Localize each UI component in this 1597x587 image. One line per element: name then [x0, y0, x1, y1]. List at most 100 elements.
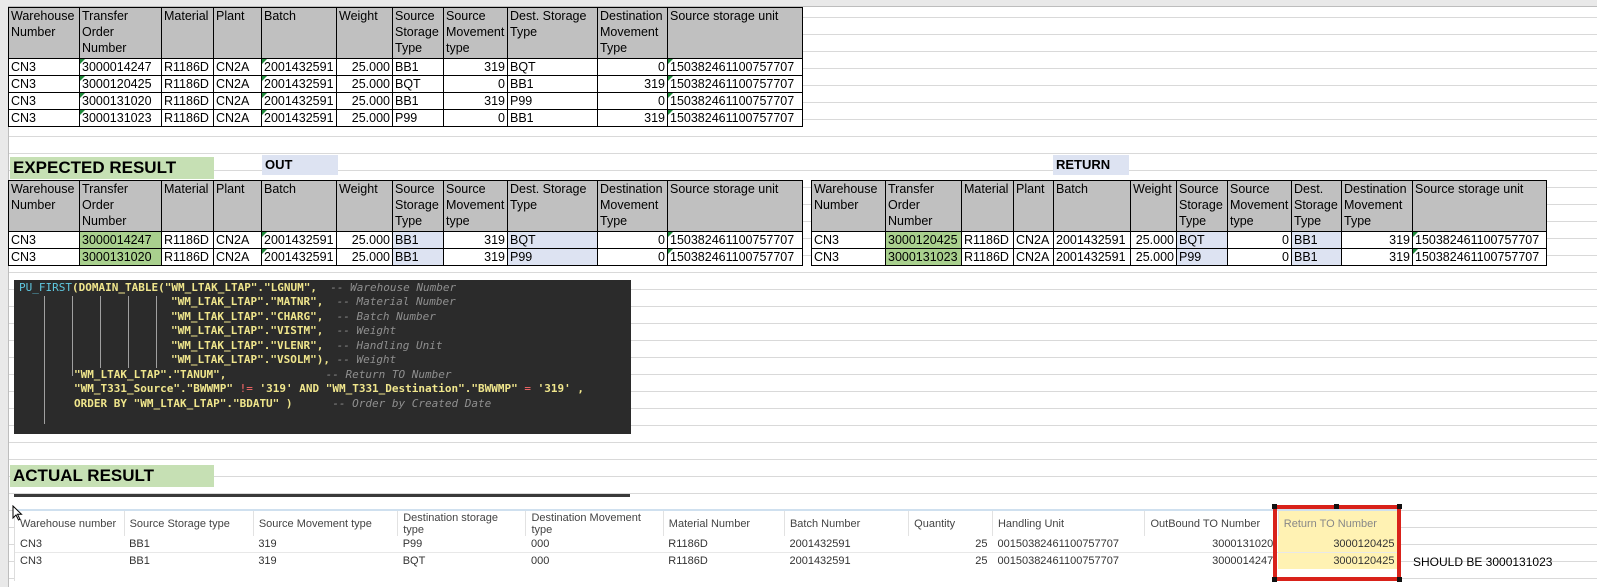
cell[interactable]: 3000014247 — [79, 58, 162, 76]
header-source-storage-unit[interactable]: Source storage unit — [667, 7, 803, 59]
actual-result-title[interactable]: ACTUAL RESULT — [10, 465, 214, 487]
cell[interactable]: 25.000 — [336, 75, 393, 93]
cell[interactable]: 25.000 — [1130, 231, 1177, 249]
resize-handle[interactable] — [1397, 577, 1402, 582]
cell[interactable]: CN2A — [213, 75, 262, 93]
cell[interactable]: 319 — [1341, 248, 1413, 266]
cell[interactable]: 2001432591 — [261, 248, 337, 266]
header-material[interactable]: Material — [961, 180, 1014, 232]
header-source-storage-type[interactable]: Source Storage type — [124, 511, 254, 536]
cell[interactable]: 319 — [1341, 231, 1413, 249]
header-destination-movement-type[interactable]: Destination Movement type — [525, 511, 664, 536]
header-warehouse-number[interactable]: Warehouse Number — [8, 7, 80, 59]
header-batch[interactable]: Batch — [261, 7, 337, 59]
resize-handle[interactable] — [1334, 504, 1339, 509]
cell[interactable]: CN3 — [8, 92, 80, 110]
cell[interactable]: CN2A — [213, 109, 262, 127]
header-transfer-order-number[interactable]: Transfer Order Number — [885, 180, 962, 232]
cell[interactable]: 2001432591 — [1053, 248, 1131, 266]
cell[interactable]: 3000131023 — [885, 248, 962, 266]
cell[interactable]: 3000120425 — [885, 231, 962, 249]
cell[interactable]: 25.000 — [336, 109, 393, 127]
header-dest-storage-type[interactable]: Dest. Storage Type — [507, 180, 598, 232]
cell[interactable]: CN2A — [1013, 248, 1054, 266]
header-destination-movement-type[interactable]: Destination Movement Type — [597, 7, 668, 59]
cell[interactable]: 150382461100757707 — [667, 248, 803, 266]
cell[interactable]: BB1 — [392, 58, 444, 76]
cell[interactable]: 319 — [443, 231, 508, 249]
cell[interactable]: CN3 — [811, 248, 886, 266]
cell[interactable]: 2001432591 — [1053, 231, 1131, 249]
cell[interactable]: 0 — [443, 109, 508, 127]
header-material[interactable]: Material — [161, 180, 214, 232]
header-source-movement-type[interactable]: Source Movement type — [443, 7, 508, 59]
cell[interactable]: CN2A — [213, 248, 262, 266]
cell[interactable]: 319 — [443, 58, 508, 76]
cell[interactable]: P99 — [1176, 248, 1228, 266]
cell[interactable]: 3000014247 — [79, 231, 162, 249]
header-weight[interactable]: Weight — [1130, 180, 1177, 232]
cell[interactable]: 25.000 — [336, 248, 393, 266]
cell[interactable]: 0 — [1227, 231, 1292, 249]
cell[interactable]: 3000131020 — [79, 248, 162, 266]
cell[interactable]: R1186D — [161, 109, 214, 127]
table-row[interactable]: CN3 BB1 319 BQT 000 R1186D 2001432591 25… — [15, 552, 1400, 569]
header-source-storage-unit[interactable]: Source storage unit — [667, 180, 803, 232]
cell[interactable]: 150382461100757707 — [1412, 231, 1547, 249]
cell[interactable]: BQT — [507, 231, 598, 249]
cell[interactable]: 150382461100757707 — [1412, 248, 1547, 266]
cell[interactable]: CN3 — [8, 248, 80, 266]
cell[interactable]: 25.000 — [336, 231, 393, 249]
header-source-storage-unit[interactable]: Source storage unit — [1412, 180, 1547, 232]
cell[interactable]: 0 — [597, 231, 668, 249]
cell[interactable]: CN3 — [8, 109, 80, 127]
cell[interactable]: 2001432591 — [261, 75, 337, 93]
cell[interactable]: R1186D — [161, 75, 214, 93]
cell[interactable]: 150382461100757707 — [667, 109, 803, 127]
resize-handle[interactable] — [1272, 504, 1277, 509]
header-destination-movement-type[interactable]: Destination Movement Type — [1341, 180, 1413, 232]
header-destination-storage-type[interactable]: Destination storage type — [397, 511, 527, 536]
header-warehouse-number[interactable]: Warehouse number — [15, 511, 125, 536]
header-plant[interactable]: Plant — [213, 180, 262, 232]
cell[interactable]: 319 — [443, 92, 508, 110]
cell[interactable]: 2001432591 — [261, 58, 337, 76]
header-batch-number[interactable]: Batch Number — [784, 511, 910, 536]
cell[interactable]: 319 — [443, 248, 508, 266]
cell[interactable]: 150382461100757707 — [667, 231, 803, 249]
cell[interactable]: CN3 — [8, 75, 80, 93]
cell[interactable]: BB1 — [392, 92, 444, 110]
header-warehouse-number[interactable]: Warehouse Number — [8, 180, 80, 232]
expected-return-table[interactable]: Warehouse Number Transfer Order Number M… — [811, 180, 1547, 266]
cell[interactable]: 150382461100757707 — [667, 58, 803, 76]
cell[interactable]: R1186D — [961, 248, 1014, 266]
cell[interactable]: 150382461100757707 — [667, 92, 803, 110]
header-plant[interactable]: Plant — [1013, 180, 1054, 232]
cell[interactable]: BB1 — [392, 248, 444, 266]
header-source-movement-type[interactable]: Source Movement type — [443, 180, 508, 232]
header-batch[interactable]: Batch — [261, 180, 337, 232]
header-source-movement-type[interactable]: Source Movement type — [253, 511, 399, 536]
header-source-storage-type[interactable]: Source Storage Type — [392, 7, 444, 59]
cell[interactable]: 25.000 — [336, 58, 393, 76]
cell[interactable]: BB1 — [392, 231, 444, 249]
header-weight[interactable]: Weight — [336, 7, 393, 59]
cell[interactable]: CN2A — [213, 231, 262, 249]
cell[interactable]: 2001432591 — [261, 109, 337, 127]
cell[interactable]: BQT — [1176, 231, 1228, 249]
cell[interactable]: R1186D — [961, 231, 1014, 249]
table-row[interactable]: CN3 BB1 319 P99 000 R1186D 2001432591 25… — [15, 536, 1400, 553]
cell[interactable]: BB1 — [1291, 248, 1342, 266]
resize-handle[interactable] — [1272, 577, 1277, 582]
cell[interactable]: CN2A — [213, 58, 262, 76]
transfer-orders-table[interactable]: Warehouse Number Transfer Order Number M… — [8, 7, 803, 127]
cell[interactable]: 25.000 — [1130, 248, 1177, 266]
header-quantity[interactable]: Quantity — [908, 511, 993, 536]
cell[interactable]: R1186D — [161, 231, 214, 249]
cell[interactable]: BB1 — [507, 109, 598, 127]
cell[interactable]: 2001432591 — [261, 92, 337, 110]
header-source-storage-type[interactable]: Source Storage Type — [1176, 180, 1228, 232]
out-label[interactable]: OUT — [262, 155, 338, 175]
cell[interactable]: CN3 — [811, 231, 886, 249]
cell[interactable]: BQT — [392, 75, 444, 93]
